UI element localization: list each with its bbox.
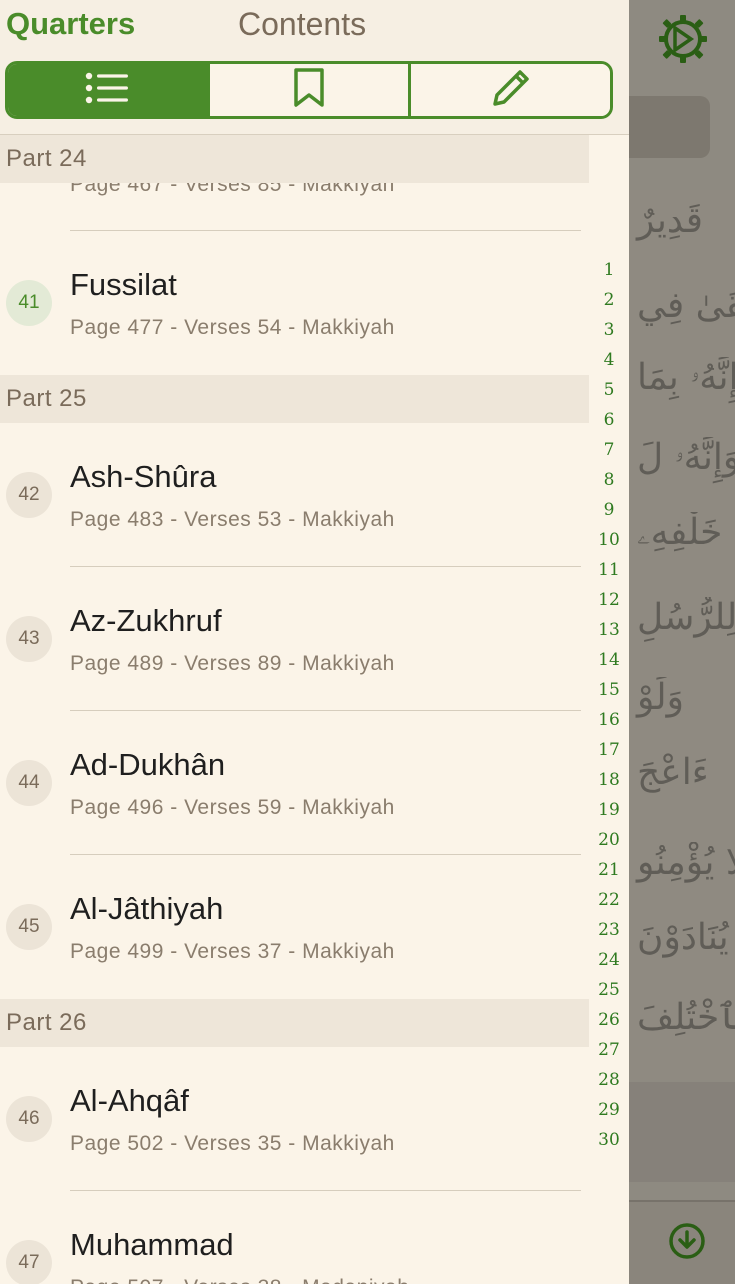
- surah-number-badge: 46: [6, 1096, 52, 1142]
- surah-row[interactable]: 42 Ash-Shûra Page 483 - Verses 53 - Makk…: [0, 423, 589, 567]
- surah-number-badge: 43: [6, 616, 52, 662]
- bookmark-icon: [293, 67, 325, 113]
- index-item[interactable]: 19: [589, 800, 629, 820]
- surah-name: Az-Zukhruf: [70, 603, 222, 638]
- surah-details: Page 499 - Verses 37 - Makkiyah: [70, 940, 395, 963]
- part-header: Part 24: [0, 135, 589, 183]
- index-item[interactable]: 28: [589, 1070, 629, 1090]
- arabic-line: إِنَّهُۥ بِمَا: [637, 357, 735, 398]
- index-item[interactable]: 1: [589, 260, 629, 280]
- index-item[interactable]: 2: [589, 290, 629, 310]
- index-item[interactable]: 29: [589, 1100, 629, 1120]
- contents-list: Page 467 - Verses 85 - Makkiyah Part 24 …: [0, 135, 589, 1284]
- index-item[interactable]: 7: [589, 440, 629, 460]
- index-item[interactable]: 14: [589, 650, 629, 670]
- surah-number-badge: 44: [6, 760, 52, 806]
- tab-notes[interactable]: [408, 64, 610, 116]
- part-header: Part 25: [0, 375, 589, 423]
- index-item[interactable]: 10: [589, 530, 629, 550]
- surah-details: Page 477 - Verses 54 - Makkiyah: [70, 316, 395, 339]
- index-item[interactable]: 18: [589, 770, 629, 790]
- index-item[interactable]: 3: [589, 320, 629, 340]
- surah-name: Fussilat: [70, 267, 177, 302]
- index-item[interactable]: 9: [589, 500, 629, 520]
- surah-number-badge: 47: [6, 1240, 52, 1284]
- surah-details: Page 489 - Verses 89 - Makkiyah: [70, 652, 395, 675]
- segmented-control: [5, 61, 613, 119]
- download-icon[interactable]: [668, 1222, 706, 1260]
- index-item[interactable]: 4: [589, 350, 629, 370]
- index-item[interactable]: 26: [589, 1010, 629, 1030]
- surah-row[interactable]: 43 Az-Zukhruf Page 489 - Verses 89 - Mak…: [0, 567, 589, 711]
- index-item[interactable]: 6: [589, 410, 629, 430]
- row-divider: [70, 230, 581, 231]
- list-icon: [85, 72, 129, 109]
- index-item[interactable]: 11: [589, 560, 629, 580]
- index-item[interactable]: 24: [589, 950, 629, 970]
- contents-drawer: Quarters Contents Page 467 - Verses 85 -…: [0, 0, 629, 1284]
- index-item[interactable]: 27: [589, 1040, 629, 1060]
- surah-name: Al-Jâthiyah: [70, 891, 224, 926]
- index-item[interactable]: 16: [589, 710, 629, 730]
- arabic-line: يُنَادَوْنَ: [637, 917, 729, 958]
- surah-details: Page 496 - Verses 59 - Makkiyah: [70, 796, 395, 819]
- index-item[interactable]: 5: [589, 380, 629, 400]
- index-item[interactable]: 21: [589, 860, 629, 880]
- index-item[interactable]: 25: [589, 980, 629, 1000]
- surah-row[interactable]: 47 Muhammad Page 507 - Verses 38 - Madan…: [0, 1191, 589, 1284]
- surah-number-badge: 42: [6, 472, 52, 518]
- surah-details: Page 502 - Verses 35 - Makkiyah: [70, 1132, 395, 1155]
- surah-name: Ash-Shûra: [70, 459, 217, 494]
- surah-row[interactable]: 45 Al-Jâthiyah Page 499 - Verses 37 - Ma…: [0, 855, 589, 999]
- settings-gear-icon[interactable]: [658, 14, 708, 64]
- arabic-line: ءَاعْجَ: [637, 752, 709, 793]
- surah-details: Page 507 - Verses 38 - Madaniyah: [70, 1276, 409, 1284]
- arabic-line: فَٱخْتُلِفَ: [637, 997, 735, 1038]
- drawer-header: Quarters Contents: [0, 0, 629, 135]
- surah-name: Ad-Dukhân: [70, 747, 226, 782]
- arabic-line: لِلرُّسُلِ: [637, 597, 735, 638]
- index-item[interactable]: 8: [589, 470, 629, 490]
- index-item[interactable]: 12: [589, 590, 629, 610]
- index-item[interactable]: 17: [589, 740, 629, 760]
- pencil-icon: [489, 66, 533, 115]
- arabic-line: وَلَوْ: [637, 677, 684, 718]
- index-item[interactable]: 30: [589, 1130, 629, 1150]
- surah-row[interactable]: 41 Fussilat Page 477 - Verses 54 - Makki…: [0, 255, 589, 375]
- surah-number-badge: 41: [6, 280, 52, 326]
- arabic-line: قَدِيرٌ: [637, 200, 703, 241]
- arabic-line: لَا يُؤْمِنُو: [637, 842, 735, 883]
- surah-name: Al-Ahqâf: [70, 1083, 189, 1118]
- page-title: Contents: [238, 6, 367, 42]
- surah-name: Muhammad: [70, 1227, 234, 1262]
- arabic-line: يُلْقَىٰ فِي: [637, 285, 735, 326]
- index-item[interactable]: 13: [589, 620, 629, 640]
- background-footer: [629, 1082, 735, 1182]
- surah-row[interactable]: 44 Ad-Dukhân Page 496 - Verses 59 - Makk…: [0, 711, 589, 855]
- tab-bookmarks[interactable]: [206, 64, 409, 116]
- index-item[interactable]: 23: [589, 920, 629, 940]
- quarters-button[interactable]: Quarters: [6, 6, 135, 42]
- surah-details: Page 483 - Verses 53 - Makkiyah: [70, 508, 395, 531]
- index-item[interactable]: 22: [589, 890, 629, 910]
- index-item[interactable]: 15: [589, 680, 629, 700]
- part-header: Part 26: [0, 999, 589, 1047]
- part-index-scrubber[interactable]: 1 2 3 4 5 6 7 8 9 10 11 12 13 14 15 16 1…: [589, 256, 629, 1156]
- tab-contents[interactable]: [8, 64, 207, 116]
- index-item[interactable]: 20: [589, 830, 629, 850]
- arabic-line: وَإِنَّهُۥ لَ: [637, 437, 735, 478]
- surah-row[interactable]: 46 Al-Ahqâf Page 502 - Verses 35 - Makki…: [0, 1047, 589, 1191]
- surah-number-badge: 45: [6, 904, 52, 950]
- arabic-line: خَلْفِهِۦ: [637, 512, 723, 553]
